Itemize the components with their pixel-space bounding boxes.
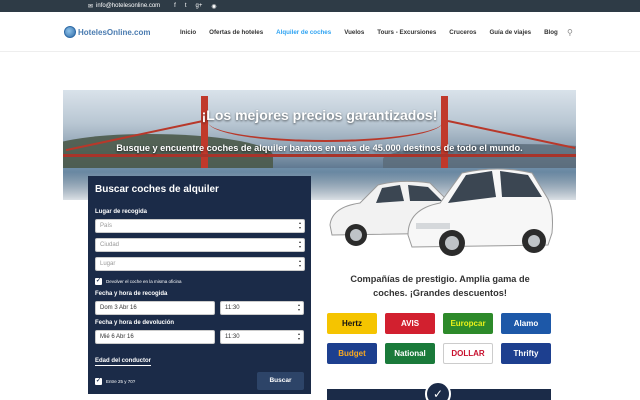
logo-text: HotelesOnline.com: [78, 27, 151, 37]
pickup-label: Lugar de recogida: [95, 209, 148, 215]
avis-logo-text: AVIS: [400, 319, 420, 328]
nav-item-alquiler-coches[interactable]: Alquiler de coches: [276, 29, 331, 36]
social-links: f t g+ ◉: [174, 3, 216, 10]
europcar-logo[interactable]: Europcar: [443, 313, 493, 334]
return-datetime-label: Fecha y hora de devolución: [95, 320, 175, 326]
envelope-icon: ✉: [88, 3, 94, 10]
nav-item-tours[interactable]: Tours - Excursiones: [377, 29, 436, 36]
email-link[interactable]: ✉ info@hotelesonline.com: [88, 3, 160, 10]
hero-headline: ¡Los mejores precios garantizados!: [201, 107, 438, 123]
pickup-time-select[interactable]: 11:30: [220, 301, 304, 315]
cars-image: [329, 168, 553, 256]
country-select[interactable]: País: [95, 219, 305, 233]
driver-age-label: Edad del conductor: [95, 358, 152, 366]
pickup-date-input[interactable]: Dom 3 Abr 16: [95, 301, 215, 315]
budget-logo[interactable]: Budget: [327, 343, 377, 364]
national-logo-text: National: [394, 349, 426, 358]
top-bar: ✉ info@hotelesonline.com f t g+ ◉: [0, 0, 640, 12]
nav-item-ofertas-hoteles[interactable]: Ofertas de hoteles: [209, 29, 263, 36]
nav-item-guia-viajes[interactable]: Guía de viajes: [489, 29, 531, 36]
promo-line-2: coches. ¡Grandes descuentos!: [373, 288, 507, 298]
promo-line-1: Compañías de prestigio. Amplia gama de: [350, 274, 530, 284]
nav-item-blog[interactable]: Blog: [544, 29, 558, 36]
return-time-select[interactable]: 11:30: [220, 330, 304, 344]
thrifty-logo-text: Thrifty: [513, 349, 539, 358]
main-nav: Inicio Ofertas de hoteles Alquiler de co…: [180, 28, 573, 37]
nav-item-cruceros[interactable]: Cruceros: [449, 29, 476, 36]
same-office-checkbox[interactable]: ✓ Devolver el coche en la misma oficina: [95, 278, 304, 285]
email-text: info@hotelesonline.com: [96, 3, 161, 9]
form-title: Buscar coches de alquiler: [95, 184, 219, 195]
place-select[interactable]: Lugar: [95, 257, 305, 271]
avis-logo[interactable]: AVIS: [385, 313, 435, 334]
dollar-logo[interactable]: DOLLAR: [443, 343, 493, 364]
pickup-datetime-label: Fecha y hora de recogida: [95, 291, 168, 297]
car-search-form: Buscar coches de alquiler Lugar de recog…: [88, 176, 311, 394]
hertz-logo-text: Hertz: [341, 319, 362, 328]
nav-item-vuelos[interactable]: Vuelos: [344, 29, 364, 36]
google-plus-icon[interactable]: g+: [196, 3, 203, 10]
budget-logo-text: Budget: [338, 349, 366, 358]
check-icon: ✓: [95, 278, 102, 285]
rss-icon[interactable]: ◉: [211, 3, 216, 10]
check-icon: ✓: [95, 377, 102, 385]
hero-subline: Busque y encuentre coches de alquiler ba…: [116, 143, 523, 153]
age-checkbox-label: Entre 25 y 70?: [106, 378, 136, 384]
return-date-input[interactable]: Mié 6 Abr 16: [95, 330, 215, 344]
city-select[interactable]: Ciudad: [95, 238, 305, 252]
alamo-logo[interactable]: Alamo: [501, 313, 551, 334]
same-office-label: Devolver el coche en la misma oficina: [106, 279, 182, 284]
nav-item-inicio[interactable]: Inicio: [180, 29, 196, 36]
bridge-deck: [63, 154, 576, 157]
site-logo[interactable]: HotelesOnline.com: [64, 26, 150, 38]
search-button[interactable]: Buscar: [257, 372, 304, 390]
company-logos: Hertz AVIS Europcar Alamo Budget Nationa…: [327, 313, 551, 364]
national-logo[interactable]: National: [385, 343, 435, 364]
age-checkbox[interactable]: ✓ Entre 25 y 70?: [95, 377, 136, 385]
search-icon[interactable]: ⚲: [567, 28, 573, 37]
globe-icon: [64, 26, 76, 38]
site-header: HotelesOnline.com Inicio Ofertas de hote…: [0, 12, 640, 52]
facebook-icon[interactable]: f: [174, 3, 176, 10]
alamo-logo-text: Alamo: [513, 319, 539, 328]
europcar-logo-text: Europcar: [450, 319, 486, 328]
guarantee-bar: ✓: [327, 381, 551, 400]
dollar-logo-text: DOLLAR: [451, 349, 485, 358]
thrifty-logo[interactable]: Thrifty: [501, 343, 551, 364]
hertz-logo[interactable]: Hertz: [327, 313, 377, 334]
twitter-icon[interactable]: t: [185, 3, 187, 10]
checkmark-icon: ✓: [425, 381, 451, 400]
car-large: [407, 168, 553, 256]
promo-text: Compañías de prestigio. Amplia gama de c…: [328, 272, 552, 300]
